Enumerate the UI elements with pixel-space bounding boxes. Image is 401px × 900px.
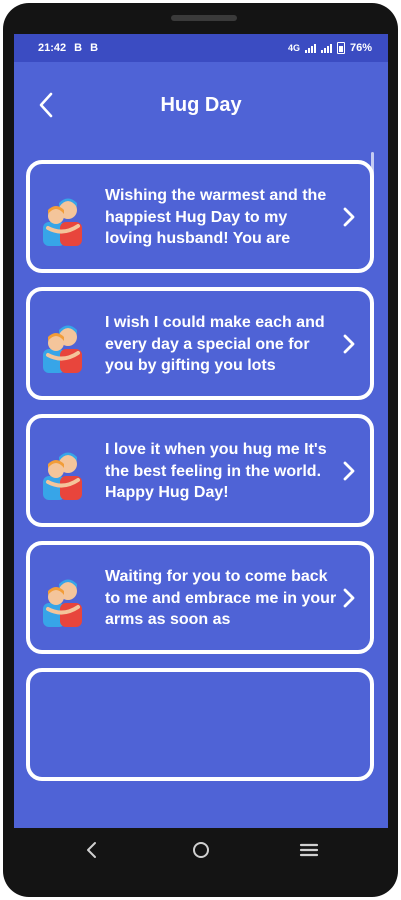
chevron-right-icon: [343, 461, 355, 481]
message-card-partial[interactable]: [26, 668, 374, 781]
app-header: Hug Day: [14, 62, 388, 142]
message-card[interactable]: I love it when you hug me It's the best …: [26, 414, 374, 527]
hugging-couple-icon: [43, 325, 82, 373]
menu-lines-icon: [299, 843, 319, 857]
chevron-right-icon: [343, 588, 355, 608]
notification-icon: B: [90, 42, 99, 54]
message-text: I wish I could make each and every day a…: [105, 314, 325, 374]
status-time: 21:42: [38, 42, 67, 54]
app-screen: 21:42 B B 4G 76% Hug Day Wishing the war…: [14, 34, 388, 828]
battery-percent: 76%: [349, 42, 372, 54]
triangle-back-icon: [87, 842, 96, 858]
hugging-couple-icon: [43, 452, 82, 500]
nav-back-button[interactable]: [80, 838, 104, 862]
hugging-couple-icon: [43, 198, 82, 246]
signal-icon: [304, 43, 316, 53]
network-type: 4G: [287, 43, 300, 53]
message-text: Waiting for you to come back to me and e…: [105, 568, 337, 628]
battery-icon: [336, 42, 345, 54]
system-nav-bar: [14, 828, 388, 872]
message-card[interactable]: I wish I could make each and every day a…: [26, 287, 374, 400]
notification-icon: B: [74, 42, 83, 54]
signal-icon: [320, 43, 332, 53]
page-title: Hug Day: [160, 94, 242, 116]
message-card[interactable]: Waiting for you to come back to me and e…: [26, 541, 374, 654]
message-text: Wishing the warmest and the happiest Hug…: [105, 187, 327, 247]
speaker: [171, 15, 237, 21]
hugging-couple-icon: [43, 579, 82, 627]
nav-recents-button[interactable]: [297, 838, 321, 862]
message-text: I love it when you hug me It's the best …: [105, 441, 327, 501]
circle-home-icon: [193, 842, 209, 858]
nav-home-button[interactable]: [189, 838, 213, 862]
message-card[interactable]: Wishing the warmest and the happiest Hug…: [26, 160, 374, 273]
chevron-right-icon: [343, 334, 355, 354]
status-bar: 21:42 B B 4G 76%: [14, 34, 388, 62]
chevron-right-icon: [343, 207, 355, 227]
